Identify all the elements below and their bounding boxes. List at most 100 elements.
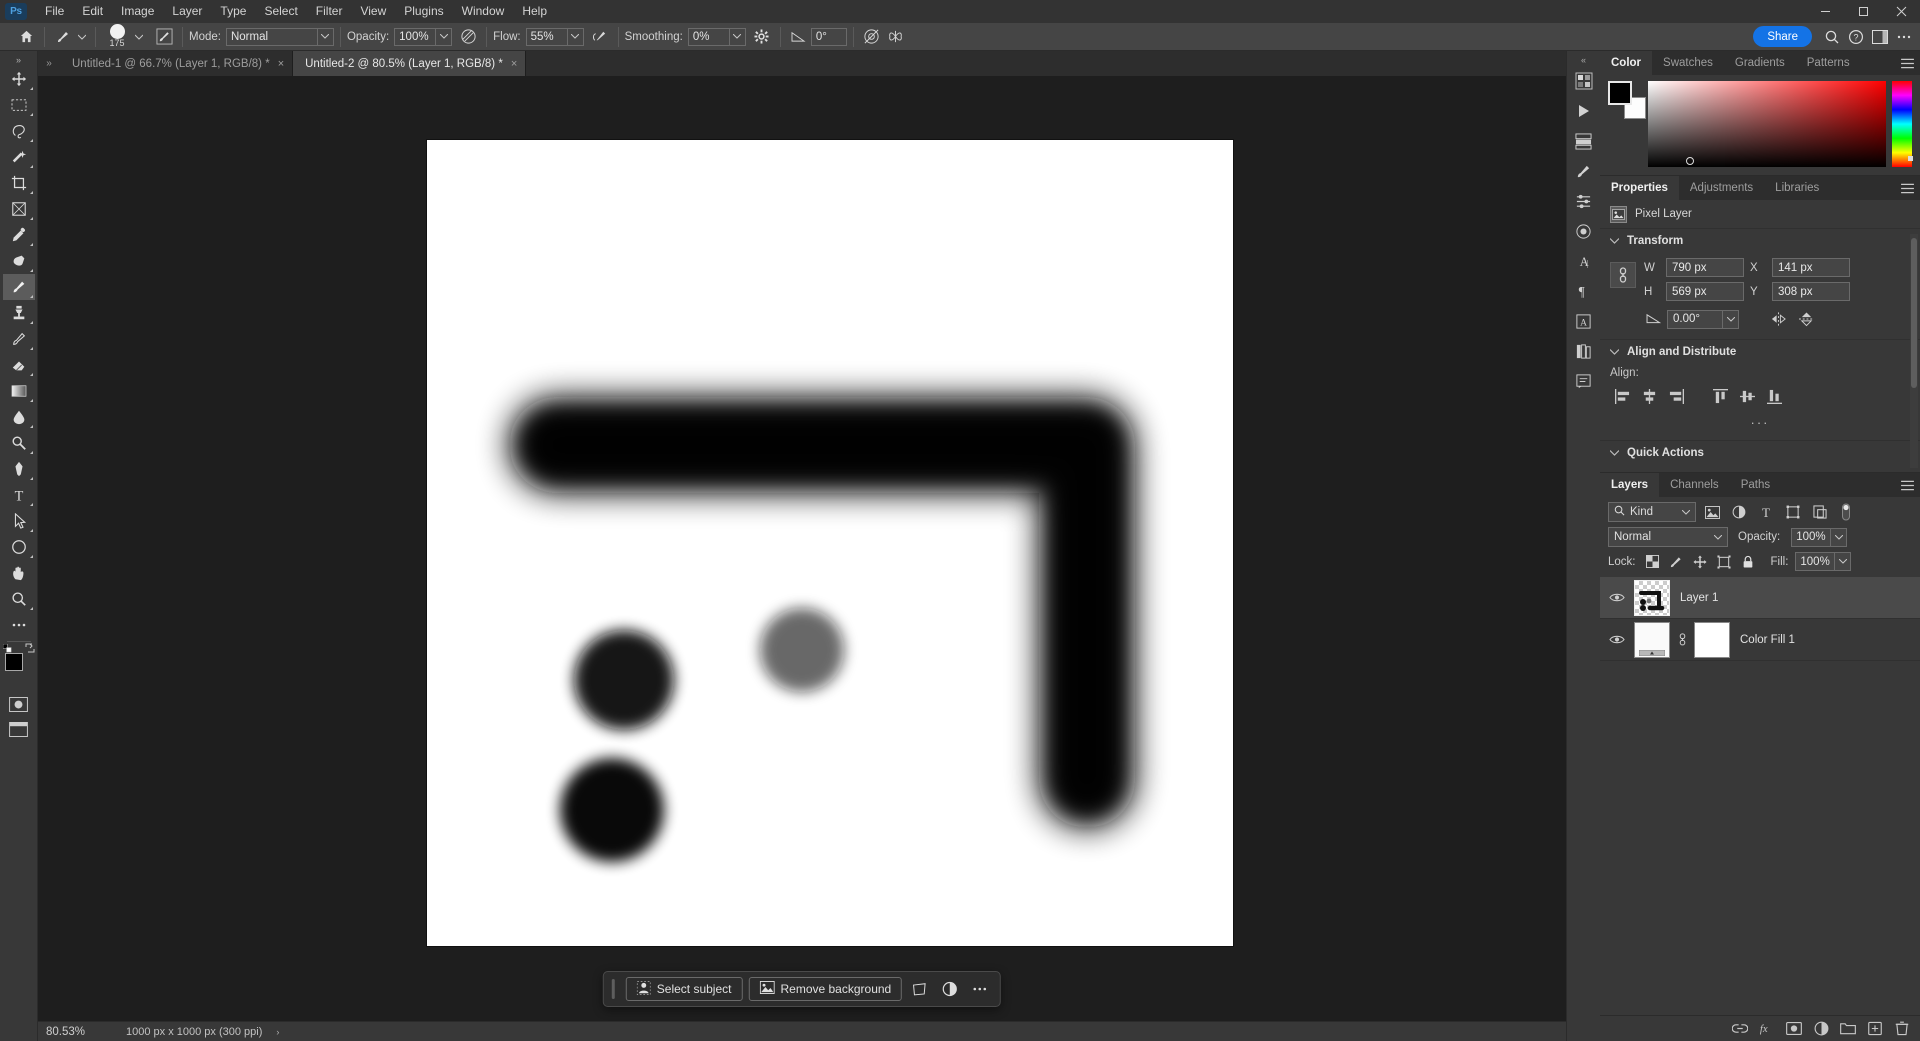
canvas-viewport[interactable]: Select subject Remove background [38, 76, 1566, 1021]
adjustment-half-circle-icon[interactable] [938, 977, 962, 1001]
shape-filter-icon[interactable] [1782, 502, 1804, 522]
eyedropper-tool[interactable] [3, 222, 35, 248]
menu-type[interactable]: Type [211, 0, 255, 23]
menu-window[interactable]: Window [453, 0, 514, 23]
flow-input[interactable]: 55% [525, 27, 584, 46]
visibility-eye-icon[interactable] [1606, 634, 1628, 645]
hue-slider[interactable] [1892, 81, 1913, 167]
tab-layers[interactable]: Layers [1600, 473, 1660, 497]
spot-healing-tool[interactable] [3, 248, 35, 274]
fill-layer-thumbnail[interactable] [1634, 621, 1670, 658]
home-icon[interactable] [14, 26, 38, 48]
screen-mode-icon[interactable] [6, 718, 32, 740]
symmetry-butterfly-icon[interactable] [884, 26, 908, 48]
lock-position-icon[interactable] [1691, 553, 1710, 571]
move-tool[interactable] [3, 66, 35, 92]
flip-horizontal-icon[interactable] [1767, 309, 1789, 329]
lock-all-icon[interactable] [1739, 553, 1758, 571]
close-icon[interactable]: × [278, 58, 284, 70]
hamburger-menu-icon[interactable] [1901, 176, 1914, 200]
align-section-header[interactable]: Align and Distribute [1600, 339, 1920, 363]
maximize-button[interactable] [1844, 0, 1882, 23]
foreground-color-swatch[interactable] [4, 653, 23, 671]
color-field[interactable] [1648, 81, 1886, 167]
blur-tool[interactable] [3, 404, 35, 430]
document-canvas[interactable] [427, 140, 1233, 946]
brush-preset-dropdown[interactable] [132, 26, 146, 48]
close-icon[interactable]: × [511, 58, 517, 70]
visibility-eye-icon[interactable] [1606, 592, 1628, 603]
adjustments-icon[interactable] [1570, 187, 1598, 215]
path-selection-tool[interactable] [3, 508, 35, 534]
menu-filter[interactable]: Filter [307, 0, 352, 23]
layer-name[interactable]: Layer 1 [1680, 592, 1718, 604]
glyphs-icon[interactable]: A [1570, 307, 1598, 335]
layer-thumbnail[interactable] [1634, 579, 1670, 616]
adjustment-filter-icon[interactable] [1728, 502, 1750, 522]
layer-opacity-input[interactable]: 100% [1791, 527, 1848, 547]
layer-blend-mode-select[interactable]: Normal [1608, 527, 1728, 547]
mask-link-icon[interactable] [1676, 633, 1688, 646]
new-layer-icon[interactable] [1867, 1021, 1883, 1037]
layer-fill-input[interactable]: 100% [1795, 552, 1852, 571]
close-button[interactable] [1882, 0, 1920, 23]
align-vertical-center-icon[interactable] [1735, 386, 1759, 406]
menu-select[interactable]: Select [255, 0, 306, 23]
dodge-tool[interactable] [3, 430, 35, 456]
new-group-icon[interactable] [1840, 1021, 1856, 1037]
new-adjustment-layer-icon[interactable] [1813, 1021, 1829, 1037]
notes-icon[interactable] [1570, 367, 1598, 395]
layer-style-fx-icon[interactable]: fx [1759, 1021, 1775, 1037]
link-layers-icon[interactable] [1732, 1021, 1748, 1037]
double-chevron-right-icon[interactable]: » [38, 51, 60, 76]
workspace-icon[interactable] [1868, 26, 1892, 48]
menu-image[interactable]: Image [112, 0, 163, 23]
align-right-icon[interactable] [1664, 386, 1688, 406]
layer-kind-select[interactable]: Kind [1608, 502, 1696, 522]
double-chevron-left-icon[interactable]: « [1567, 53, 1600, 67]
tab-libraries[interactable]: Libraries [1764, 176, 1830, 200]
layer-mask-thumbnail[interactable] [1694, 621, 1730, 658]
angle-input-group[interactable]: 0.00° [1667, 309, 1739, 329]
zoom-level[interactable]: 80.53% [38, 1026, 116, 1038]
ellipse-tool[interactable] [3, 534, 35, 560]
menu-view[interactable]: View [351, 0, 395, 23]
color-panel-swatches[interactable] [1608, 81, 1646, 119]
opacity-input[interactable]: 100% [394, 27, 453, 46]
document-tab-untitled-1[interactable]: Untitled-1 @ 66.7% (Layer 1, RGB/8) * × [60, 51, 294, 76]
gear-icon[interactable] [750, 26, 774, 48]
scrollbar-thumb[interactable] [1911, 238, 1917, 388]
eraser-tool[interactable] [3, 352, 35, 378]
blend-mode-select[interactable]: Normal [225, 27, 334, 46]
frame-tool[interactable] [3, 196, 35, 222]
foreground-color-swatch[interactable] [1608, 81, 1632, 105]
clone-stamp-tool[interactable] [3, 300, 35, 326]
drag-handle[interactable] [611, 979, 615, 999]
pressure-opacity-icon[interactable] [456, 26, 480, 48]
lock-transparent-pixels-icon[interactable] [1643, 553, 1662, 571]
lock-artboard-icon[interactable] [1715, 553, 1734, 571]
tab-patterns[interactable]: Patterns [1796, 51, 1861, 75]
gradient-tool[interactable] [3, 378, 35, 404]
swap-colors-icon[interactable] [25, 643, 35, 655]
more-icon[interactable] [1892, 26, 1916, 48]
x-input[interactable]: 141 px [1772, 258, 1850, 277]
quick-mask-icon[interactable] [6, 693, 32, 715]
tab-adjustments[interactable]: Adjustments [1679, 176, 1764, 200]
quick-actions-section-header[interactable]: Quick Actions [1600, 440, 1920, 464]
styles-icon[interactable] [1570, 217, 1598, 245]
lasso-tool[interactable] [3, 118, 35, 144]
select-subject-button[interactable]: Select subject [625, 977, 743, 1001]
color-panel-icon[interactable] [1570, 67, 1598, 95]
marquee-tool[interactable] [3, 92, 35, 118]
link-constrain-icon[interactable] [1610, 262, 1636, 288]
properties-scrollbar[interactable] [1910, 234, 1918, 468]
character-icon[interactable]: A | [1570, 247, 1598, 275]
tab-paths[interactable]: Paths [1730, 473, 1781, 497]
layer-row-layer-1[interactable]: Layer 1 [1600, 577, 1920, 619]
menu-help[interactable]: Help [513, 0, 556, 23]
delete-layer-icon[interactable] [1894, 1021, 1910, 1037]
menu-plugins[interactable]: Plugins [395, 0, 452, 23]
help-icon[interactable]: ? [1844, 26, 1868, 48]
color-field-cursor[interactable] [1686, 157, 1694, 165]
